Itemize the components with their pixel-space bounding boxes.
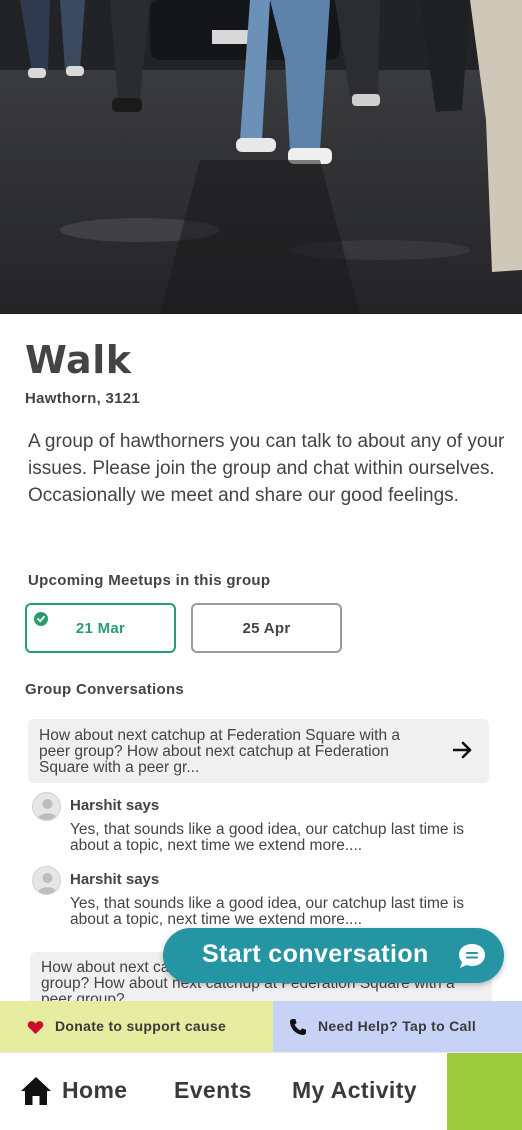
avatar-placeholder-icon: [32, 866, 61, 895]
meetup-option-25-apr[interactable]: 25 Apr: [191, 603, 342, 653]
start-conversation-button[interactable]: Start conversation: [163, 928, 504, 983]
hero-photo-illustration: [0, 0, 522, 314]
start-conversation-label: Start conversation: [202, 940, 429, 968]
donate-label: Donate to support cause: [55, 1018, 227, 1034]
meetup-date-label: 21 Mar: [75, 619, 126, 637]
meetup-option-21-mar[interactable]: 21 Mar: [25, 603, 176, 653]
conversation-topic-card[interactable]: How about next catchup at Federation Squ…: [28, 719, 489, 783]
nav-home[interactable]: Home: [62, 1077, 128, 1104]
chat-bubble-icon: [457, 942, 487, 975]
donate-button[interactable]: Donate to support cause: [0, 1001, 273, 1052]
nav-events[interactable]: Events: [174, 1077, 252, 1104]
reply-message: Yes, that sounds like a good idea, our c…: [70, 822, 465, 854]
nav-my-activity[interactable]: My Activity: [292, 1077, 417, 1104]
help-call-label: Need Help? Tap to Call: [318, 1018, 477, 1034]
phone-icon: [289, 1018, 307, 1041]
conversation-topic-text: How about next catchup at Federation Squ…: [39, 727, 401, 776]
heart-icon: [27, 1020, 44, 1040]
meetup-date-label: 25 Apr: [242, 619, 291, 637]
conversations-heading: Group Conversations: [25, 681, 185, 698]
hero-image: [0, 0, 522, 314]
arrow-right-icon[interactable]: [452, 741, 473, 764]
home-icon[interactable]: [20, 1075, 52, 1112]
avatar-placeholder-icon: [32, 792, 61, 821]
nav-accent-block[interactable]: [447, 1053, 522, 1130]
reply-message: Yes, that sounds like a good idea, our c…: [70, 896, 465, 928]
group-description: A group of hawthorners you can talk to a…: [28, 431, 505, 506]
meetups-heading: Upcoming Meetups in this group: [28, 572, 271, 589]
help-call-button[interactable]: Need Help? Tap to Call: [273, 1001, 522, 1052]
conversation-reply: Harshit says Yes, that sounds like a goo…: [32, 866, 492, 930]
reply-author: Harshit says: [70, 797, 160, 814]
check-circle-icon: [34, 612, 48, 626]
bottom-navigation: Home Events My Activity: [0, 1052, 522, 1130]
group-location: Hawthorn, 3121: [25, 390, 141, 407]
group-title: Walk: [25, 338, 132, 382]
reply-author: Harshit says: [70, 871, 160, 888]
conversation-reply: Harshit says Yes, that sounds like a goo…: [32, 792, 492, 856]
